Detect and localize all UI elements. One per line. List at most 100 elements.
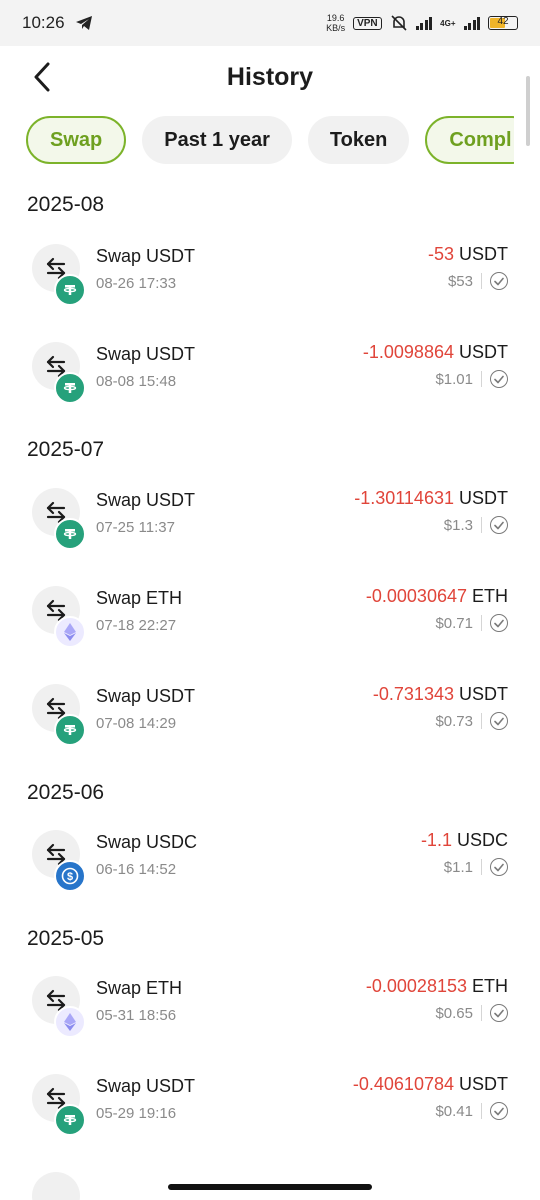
transaction-name: Swap USDT [96, 246, 196, 266]
header: History [0, 46, 540, 108]
section-title: 2025-05 [27, 927, 105, 950]
amount-value: -0.731343 [372, 684, 454, 704]
list-item[interactable]: Swap USDT 05-29 19:16 -0.40610784 USDT $0.4… [0, 1062, 540, 1160]
divider [481, 371, 482, 387]
check-circle-icon [490, 614, 508, 632]
transaction-time: 06-16 14:52 [96, 861, 177, 878]
tether-icon [54, 372, 86, 404]
check-circle-icon [490, 272, 508, 290]
amount-symbol: USDT [459, 342, 508, 362]
amount-value: -0.00030647 [365, 586, 467, 606]
usd-value: $0.41 [435, 1102, 473, 1120]
vpn-badge: VPN [353, 16, 382, 30]
filter-chip-period[interactable]: Past 1 year [142, 116, 292, 164]
list-item[interactable]: Swap USDT 08-26 17:33 -53 USDT $53 [0, 232, 540, 330]
transaction-time: 08-08 15:48 [96, 373, 177, 390]
net-speed-value: 19.6 [326, 13, 345, 23]
check-circle-icon [490, 712, 508, 730]
transaction-usd: $1.01 [435, 370, 508, 388]
transaction-name: Swap USDC [96, 832, 198, 852]
amount-value: -1.0098864 [362, 342, 454, 362]
filter-chip-status[interactable]: Compl [425, 116, 514, 164]
usd-value: $1.1 [443, 858, 473, 876]
amount-symbol: ETH [472, 976, 508, 996]
transaction-amount: -1.1 USDC [421, 830, 508, 851]
transaction-amount: -1.30114631 USDT [354, 488, 508, 509]
scrollbar[interactable] [526, 76, 530, 146]
signal-icon-2 [463, 16, 480, 30]
transaction-amount: -0.40610784 USDT [353, 1074, 508, 1095]
transaction-usd: $0.73 [435, 712, 508, 730]
tether-icon [54, 1104, 86, 1136]
transaction-name: Swap USDT [96, 1076, 196, 1096]
filter-chip-swap[interactable]: Swap [26, 116, 127, 164]
signal-icon [415, 16, 433, 30]
telegram-icon [75, 16, 92, 30]
transaction-usd: $0.71 [435, 614, 508, 632]
amount-symbol: USDT [459, 1074, 508, 1094]
transaction-name: Swap ETH [96, 978, 183, 998]
back-arrow-icon[interactable] [28, 60, 58, 94]
filter-bar: Swap Past 1 year Token Compl [26, 116, 514, 168]
home-indicator[interactable] [168, 1184, 372, 1190]
ethereum-icon [54, 616, 86, 648]
status-bar: 10:26 19.6 KB/s VPN 4G+ 42 [0, 0, 540, 46]
section-title: 2025-08 [27, 193, 105, 216]
divider [481, 273, 482, 289]
status-left: 10:26 [22, 13, 93, 33]
amount-symbol: USDT [459, 488, 508, 508]
amount-value: -1.30114631 [354, 488, 454, 508]
check-circle-icon [490, 370, 508, 388]
list-item[interactable]: Swap ETH 07-18 22:27 -0.00030647 ETH $0.71 [0, 574, 540, 672]
list-item[interactable]: Swap USDT 07-08 14:29 -0.731343 USDT $0.73 [0, 672, 540, 770]
usdc-icon: $ [54, 860, 86, 892]
list-item[interactable]: Swap ETH 05-31 18:56 -0.00028153 ETH $0.65 [0, 964, 540, 1062]
transaction-name: Swap ETH [96, 588, 183, 608]
divider [481, 1103, 482, 1119]
transaction-usd: $0.65 [435, 1004, 508, 1022]
divider [481, 859, 482, 875]
page-title: History [226, 62, 314, 91]
transaction-usd: $1.1 [444, 858, 508, 876]
list-item[interactable]: Swap USDT 07-25 11:37 -1.30114631 USDT $1.3 [0, 476, 540, 574]
list-item[interactable]: $ Swap USDC 06-16 14:52 -1.1 USDC $1.1 [0, 818, 540, 916]
list-item[interactable]: Swap USDT 08-08 15:48 -1.0098864 USDT $1.01 [0, 330, 540, 428]
status-time: 10:26 [22, 13, 65, 32]
filter-chip-token[interactable]: Token [307, 116, 410, 164]
transaction-time: 07-25 11:37 [96, 519, 175, 536]
swap-avatar: $ [32, 830, 86, 892]
transaction-usd: $1.3 [444, 516, 508, 534]
svg-text:$: $ [67, 871, 73, 883]
usd-value: $0.73 [435, 712, 473, 730]
divider [481, 517, 482, 533]
status-right: 19.6 KB/s VPN 4G+ 42 [326, 13, 518, 33]
usd-value: $0.71 [435, 614, 473, 632]
battery-level: 42 [497, 16, 509, 27]
transaction-name: Swap USDT [96, 686, 196, 706]
usd-value: $1.01 [435, 370, 473, 388]
divider [481, 1005, 482, 1021]
transaction-amount: -53 USDT [428, 244, 508, 265]
amount-value: -1.1 [420, 830, 452, 850]
section-title: 2025-07 [27, 438, 105, 461]
check-circle-icon [490, 1004, 508, 1022]
amount-symbol: ETH [472, 586, 508, 606]
transaction-usd: $0.41 [435, 1102, 508, 1120]
transaction-time: 08-26 17:33 [96, 275, 177, 292]
net-speed: 19.6 KB/s [326, 13, 345, 33]
transaction-amount: -0.00030647 ETH [366, 586, 508, 607]
battery-icon: 42 [488, 16, 518, 30]
swap-avatar [32, 244, 86, 306]
swap-avatar [32, 976, 86, 1038]
check-circle-icon [490, 516, 508, 534]
transaction-usd: $53 [448, 272, 508, 290]
divider [481, 713, 482, 729]
check-circle-icon [490, 1102, 508, 1120]
ethereum-icon [54, 1006, 86, 1038]
transaction-name: Swap USDT [96, 344, 196, 364]
transaction-amount: -0.00028153 ETH [366, 976, 508, 997]
swap-avatar [32, 488, 86, 550]
transaction-time: 07-08 14:29 [96, 715, 177, 732]
amount-value: -53 [427, 244, 454, 264]
check-circle-icon [490, 858, 508, 876]
